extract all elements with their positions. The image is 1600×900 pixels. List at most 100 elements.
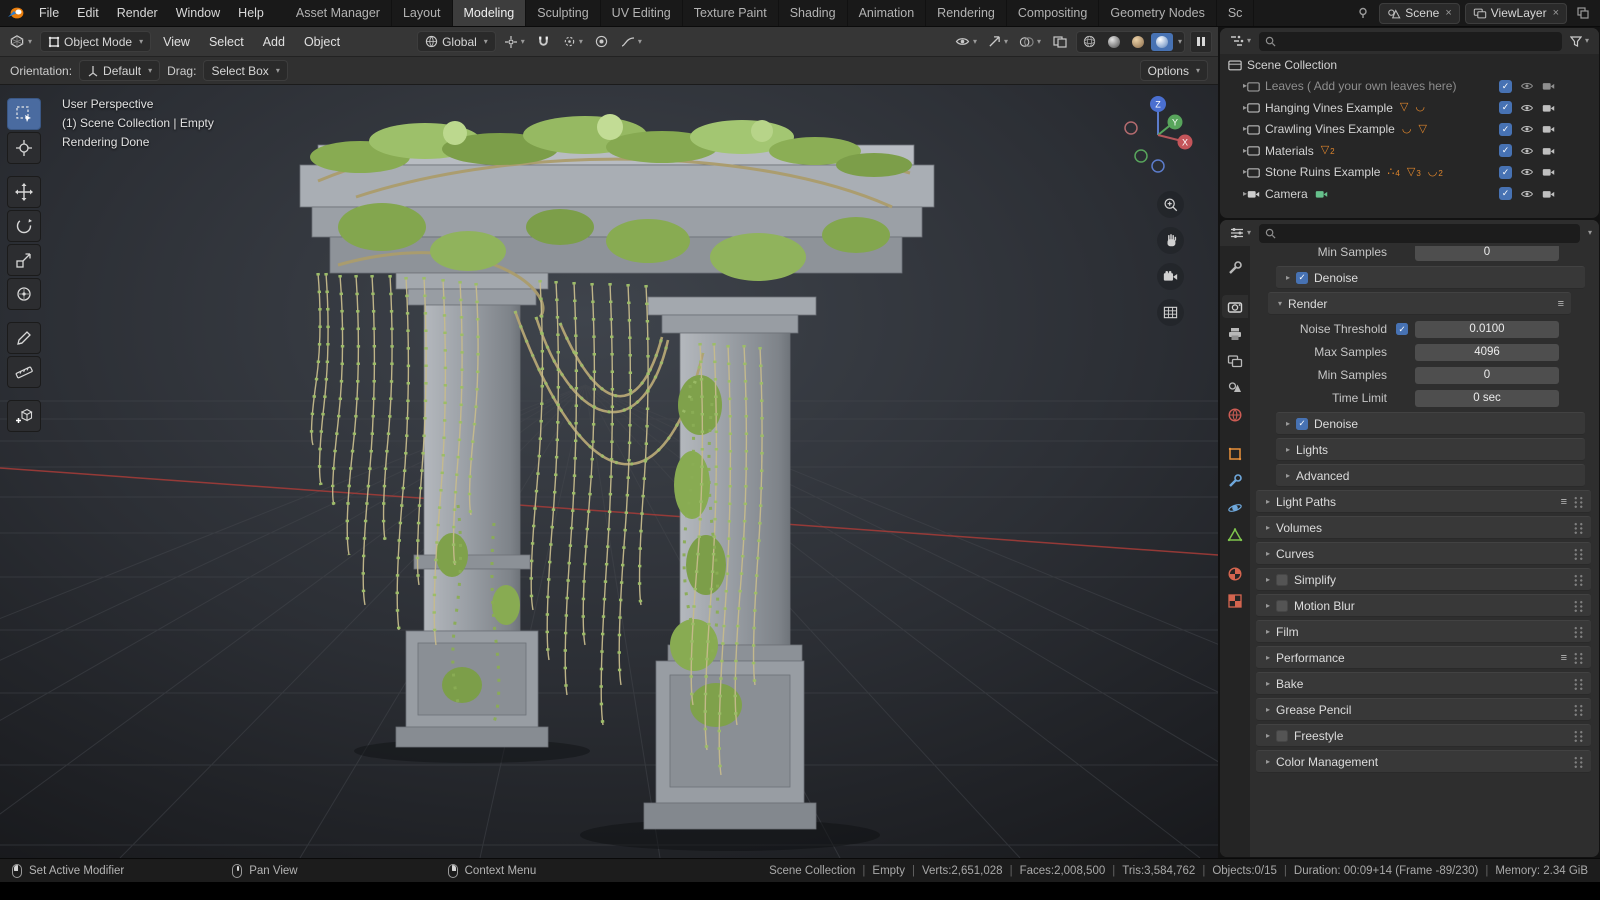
panel-freestyle[interactable]: ▸ Freestyle <box>1256 724 1591 747</box>
disable-render-camera-icon[interactable] <box>1542 189 1555 199</box>
outliner-row-camera[interactable]: ▸ Camera ✓ <box>1220 183 1599 205</box>
collection-checkbox[interactable]: ✓ <box>1499 101 1512 114</box>
properties-search-input[interactable] <box>1259 224 1580 243</box>
tab-layout[interactable]: Layout <box>392 0 453 26</box>
disable-render-camera-icon[interactable] <box>1542 167 1555 177</box>
tab-animation[interactable]: Animation <box>848 0 927 26</box>
panel-grip-icon[interactable] <box>1573 495 1584 508</box>
overlays-dropdown[interactable]: ▾ <box>1016 31 1044 53</box>
object-checkbox[interactable]: ✓ <box>1499 187 1512 200</box>
show-visibility-dropdown[interactable]: ▾ <box>952 31 980 53</box>
panel-denoise-render[interactable]: ▸ ✓ Denoise <box>1276 412 1585 435</box>
panel-performance[interactable]: ▸ Performance ≡ <box>1256 646 1591 669</box>
hide-eye-icon[interactable] <box>1520 124 1534 134</box>
disable-render-camera-icon[interactable] <box>1542 103 1555 113</box>
tool-transform[interactable] <box>7 278 41 310</box>
hide-eye-icon[interactable] <box>1520 81 1534 91</box>
mode-selector[interactable]: Object Mode ▾ <box>40 31 151 52</box>
tool-rotate[interactable] <box>7 210 41 242</box>
tab-scripting-partial[interactable]: Sc <box>1217 0 1255 26</box>
panel-light-paths[interactable]: ▸ Light Paths ≡ <box>1256 490 1591 513</box>
min-samples-field[interactable]: 0 <box>1415 246 1559 261</box>
noise-threshold-field[interactable]: 0.0100 <box>1415 321 1559 338</box>
tab-world-properties[interactable] <box>1222 403 1248 426</box>
menu-render[interactable]: Render <box>108 0 167 26</box>
orientation-dropdown[interactable]: Default ▾ <box>79 60 160 81</box>
panel-color-management[interactable]: ▸ Color Management <box>1256 750 1591 773</box>
tab-texture-properties[interactable] <box>1222 589 1248 612</box>
panel-menu-icon[interactable]: ≡ <box>1561 496 1567 508</box>
noise-threshold-checkbox[interactable]: ✓ <box>1396 323 1408 335</box>
panel-lights[interactable]: ▸ Lights <box>1276 438 1585 461</box>
tab-physics-properties[interactable] <box>1222 496 1248 519</box>
menu-help[interactable]: Help <box>229 0 273 26</box>
panel-grip-icon[interactable] <box>1573 599 1584 612</box>
tool-measure[interactable] <box>7 356 41 388</box>
panel-curves[interactable]: ▸ Curves <box>1256 542 1591 565</box>
tool-move[interactable] <box>7 176 41 208</box>
panel-grip-icon[interactable] <box>1573 651 1584 664</box>
panel-grip-icon[interactable] <box>1573 625 1584 638</box>
disable-render-camera-icon[interactable] <box>1542 124 1555 134</box>
3d-scene-render[interactable] <box>0 85 1218 858</box>
gizmo-negative-x[interactable] <box>1125 122 1137 134</box>
tab-shading[interactable]: Shading <box>779 0 848 26</box>
tab-output-properties[interactable] <box>1222 322 1248 345</box>
panel-grip-icon[interactable] <box>1573 729 1584 742</box>
shading-wireframe-button[interactable] <box>1079 33 1101 51</box>
menu-object[interactable]: Object <box>297 35 347 49</box>
properties-editor-selector[interactable]: ▾ <box>1227 222 1254 244</box>
hide-eye-icon[interactable] <box>1520 103 1534 113</box>
outliner-search-input[interactable] <box>1259 32 1562 51</box>
gizmo-z-axis[interactable]: Z <box>1155 100 1161 110</box>
menu-view[interactable]: View <box>156 35 197 49</box>
tab-uv-editing[interactable]: UV Editing <box>601 0 683 26</box>
panel-grease-pencil[interactable]: ▸ Grease Pencil <box>1256 698 1591 721</box>
panel-grip-icon[interactable] <box>1573 521 1584 534</box>
shading-solid-button[interactable] <box>1103 33 1125 51</box>
tab-modeling[interactable]: Modeling <box>453 0 527 26</box>
freestyle-checkbox[interactable] <box>1276 730 1288 742</box>
outliner-row-materials[interactable]: ▸ Materials ▽2 ✓ <box>1220 140 1599 162</box>
panel-volumes[interactable]: ▸ Volumes <box>1256 516 1591 539</box>
ortho-toggle-button[interactable] <box>1157 299 1184 326</box>
tab-geometry-nodes[interactable]: Geometry Nodes <box>1099 0 1216 26</box>
pivot-point-selector[interactable]: ▾ <box>501 31 528 53</box>
panel-simplify[interactable]: ▸ Simplify <box>1256 568 1591 591</box>
outliner-row-crawling-vines[interactable]: ▸ Crawling Vines Example ◡ ▽ ✓ <box>1220 119 1599 141</box>
hide-eye-icon[interactable] <box>1520 167 1534 177</box>
outliner-filter-button[interactable]: ▾ <box>1567 30 1592 52</box>
collection-checkbox[interactable]: ✓ <box>1499 80 1512 93</box>
tab-data-properties[interactable] <box>1222 523 1248 546</box>
render-pause-button[interactable] <box>1190 31 1212 53</box>
close-icon[interactable]: × <box>1553 7 1559 19</box>
camera-view-button[interactable] <box>1157 263 1184 290</box>
time-limit-field[interactable]: 0 sec <box>1415 390 1559 407</box>
shading-rendered-button[interactable] <box>1151 33 1173 51</box>
collection-checkbox[interactable]: ✓ <box>1499 166 1512 179</box>
panel-grip-icon[interactable] <box>1573 547 1584 560</box>
denoise-checkbox[interactable]: ✓ <box>1296 272 1308 284</box>
outliner-editor-selector[interactable]: ▾ <box>1227 30 1254 52</box>
menu-window[interactable]: Window <box>167 0 229 26</box>
simplify-checkbox[interactable] <box>1276 574 1288 586</box>
blender-logo-icon[interactable] <box>0 6 30 20</box>
navigation-gizmo[interactable]: Z Y X <box>1120 91 1196 175</box>
tab-render-properties[interactable] <box>1222 295 1248 318</box>
viewlayer-selector[interactable]: ViewLayer × <box>1465 3 1567 24</box>
motion-blur-checkbox[interactable] <box>1276 600 1288 612</box>
xray-toggle[interactable] <box>1049 31 1071 53</box>
tool-scale[interactable] <box>7 244 41 276</box>
snap-toggle[interactable] <box>533 31 555 53</box>
falloff-selector[interactable]: ▾ <box>618 31 645 53</box>
panel-menu-icon[interactable]: ≡ <box>1558 298 1564 310</box>
editor-type-selector[interactable]: ▾ <box>6 31 35 53</box>
tab-modifier-properties[interactable] <box>1222 469 1248 492</box>
tool-annotate[interactable] <box>7 322 41 354</box>
outliner-row-hanging-vines[interactable]: ▸ Hanging Vines Example ▽ ◡ ✓ <box>1220 97 1599 119</box>
collection-checkbox[interactable]: ✓ <box>1499 144 1512 157</box>
zoom-button[interactable] <box>1157 191 1184 218</box>
tab-viewlayer-properties[interactable] <box>1222 349 1248 372</box>
panel-grip-icon[interactable] <box>1573 573 1584 586</box>
tool-cursor[interactable] <box>7 132 41 164</box>
